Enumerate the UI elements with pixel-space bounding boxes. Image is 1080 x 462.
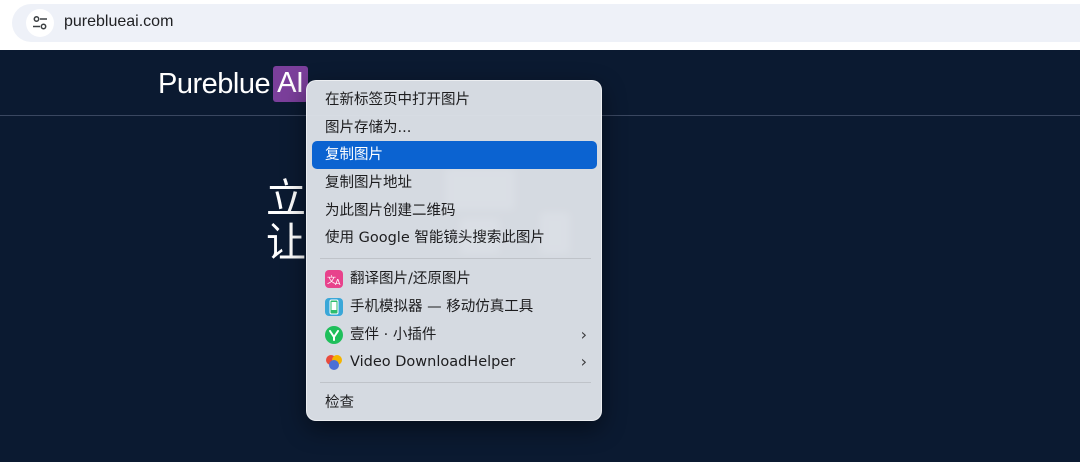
menu-item-create-qr-code[interactable]: 为此图片创建二维码 — [312, 197, 597, 225]
menu-separator — [320, 258, 591, 259]
context-menu: 在新标签页中打开图片 图片存储为... 复制图片 复制图片地址 为此图片创建二维… — [306, 80, 602, 421]
site-info-button[interactable] — [26, 9, 54, 37]
tune-icon — [33, 16, 47, 30]
logo-badge: AI — [273, 66, 308, 102]
menu-item-save-image-as[interactable]: 图片存储为... — [312, 114, 597, 142]
yiban-icon — [325, 326, 343, 344]
submenu-arrow-icon: › — [580, 352, 587, 371]
logo-text: Pureblue — [158, 67, 271, 100]
menu-item-yiban-plugin[interactable]: 壹伴 · 小插件 › — [312, 321, 597, 349]
phone-emulator-icon — [325, 298, 343, 316]
url-text[interactable]: pureblueai.com — [64, 13, 173, 31]
menu-item-google-lens-search[interactable]: 使用 Google 智能镜头搜索此图片 — [312, 224, 597, 252]
menu-item-copy-image-address[interactable]: 复制图片地址 — [312, 169, 597, 197]
site-logo[interactable]: Pureblue AI — [158, 64, 308, 104]
menu-item-translate-image[interactable]: 文 A 翻译图片/还原图片 — [312, 265, 597, 293]
address-bar[interactable]: pureblueai.com — [12, 4, 1080, 42]
svg-text:A: A — [335, 278, 341, 287]
hero-text-line-2: 让 — [266, 220, 306, 266]
browser-toolbar: pureblueai.com — [0, 0, 1080, 50]
menu-item-copy-image[interactable]: 复制图片 — [312, 141, 597, 169]
menu-item-open-image-new-tab[interactable]: 在新标签页中打开图片 — [312, 86, 597, 114]
translate-icon: 文 A — [325, 270, 343, 288]
submenu-arrow-icon: › — [580, 325, 587, 344]
menu-item-label: Video DownloadHelper — [350, 354, 516, 370]
menu-item-label: 翻译图片/还原图片 — [350, 271, 471, 287]
menu-item-phone-emulator[interactable]: 手机模拟器 — 移动仿真工具 — [312, 293, 597, 321]
menu-separator — [320, 382, 591, 383]
menu-item-label: 壹伴 · 小插件 — [350, 327, 437, 343]
menu-item-label: 手机模拟器 — 移动仿真工具 — [350, 299, 534, 315]
video-downloadhelper-icon — [325, 353, 343, 371]
menu-item-inspect[interactable]: 检查 — [312, 389, 597, 417]
menu-item-video-downloadhelper[interactable]: Video DownloadHelper › — [312, 348, 597, 376]
